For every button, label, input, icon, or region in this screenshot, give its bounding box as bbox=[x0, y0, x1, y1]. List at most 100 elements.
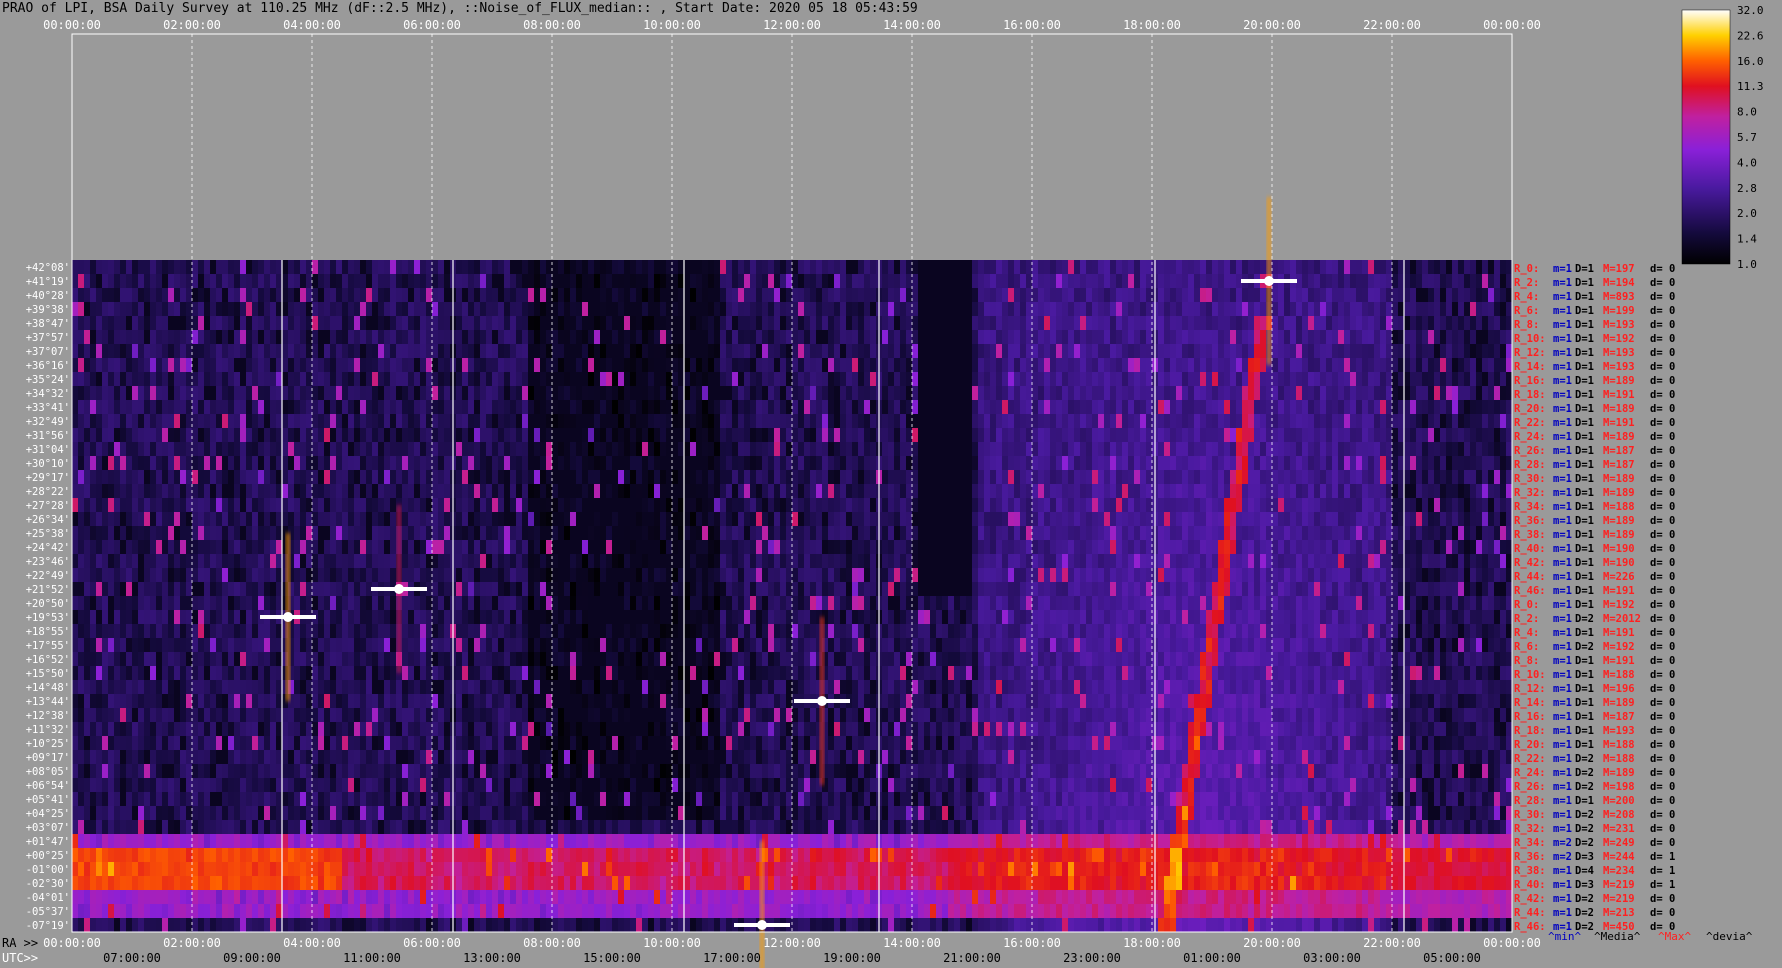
heatmap-cell bbox=[852, 498, 858, 512]
heatmap-cell bbox=[360, 400, 366, 414]
heatmap-cell bbox=[1050, 470, 1056, 484]
heatmap-cell bbox=[72, 330, 78, 344]
heatmap-cell bbox=[1422, 316, 1428, 330]
heatmap-cell bbox=[870, 540, 876, 554]
heatmap-cell bbox=[840, 400, 846, 414]
heatmap-cell bbox=[342, 512, 348, 526]
heatmap-cell bbox=[90, 274, 96, 288]
heatmap-cell bbox=[1356, 568, 1362, 582]
heatmap-cell bbox=[732, 260, 738, 274]
heatmap-cell bbox=[300, 288, 306, 302]
heatmap-cell bbox=[780, 582, 786, 596]
heatmap-cell bbox=[816, 428, 822, 442]
heatmap-cell bbox=[1002, 358, 1008, 372]
heatmap-cell bbox=[264, 428, 270, 442]
heatmap-cell bbox=[324, 596, 330, 610]
heatmap-cell bbox=[1242, 568, 1248, 582]
heatmap-cell bbox=[300, 400, 306, 414]
heatmap-cell bbox=[1344, 498, 1350, 512]
heatmap-cell bbox=[1428, 540, 1434, 554]
heatmap-cell bbox=[258, 316, 264, 330]
heatmap-cell bbox=[120, 358, 126, 372]
heatmap-cell bbox=[84, 414, 90, 428]
heatmap-cell bbox=[1458, 386, 1464, 400]
heatmap-cell bbox=[84, 554, 90, 568]
heatmap-cell bbox=[1002, 554, 1008, 568]
heatmap-cell bbox=[468, 372, 474, 386]
heatmap-cell bbox=[1014, 414, 1020, 428]
heatmap-cell bbox=[1452, 484, 1458, 498]
heatmap-cell bbox=[756, 274, 762, 288]
heatmap-cell bbox=[240, 414, 246, 428]
heatmap-cell bbox=[420, 316, 426, 330]
heatmap-cell bbox=[846, 442, 852, 456]
heatmap-cell bbox=[1146, 526, 1152, 540]
heatmap-cell bbox=[828, 456, 834, 470]
heatmap-cell bbox=[726, 568, 732, 582]
heatmap-cell bbox=[1272, 526, 1278, 540]
heatmap-cell bbox=[426, 372, 432, 386]
heatmap-cell bbox=[246, 484, 252, 498]
heatmap-cell bbox=[900, 526, 906, 540]
heatmap-cell bbox=[480, 330, 486, 344]
heatmap-cell bbox=[684, 582, 690, 596]
heatmap-cell bbox=[282, 512, 288, 526]
heatmap-cell bbox=[822, 400, 828, 414]
heatmap-cell bbox=[516, 316, 522, 330]
heatmap-cell bbox=[1284, 526, 1290, 540]
heatmap-cell bbox=[132, 596, 138, 610]
heatmap-cell bbox=[906, 400, 912, 414]
heatmap-cell bbox=[1242, 358, 1248, 372]
heatmap-cell bbox=[1056, 540, 1062, 554]
heatmap-cell bbox=[1362, 512, 1368, 526]
heatmap-cell bbox=[1350, 316, 1356, 330]
heatmap-cell bbox=[240, 470, 246, 484]
heatmap-cell bbox=[780, 470, 786, 484]
heatmap-cell bbox=[360, 428, 366, 442]
heatmap-cell bbox=[390, 498, 396, 512]
heatmap-cell bbox=[318, 568, 324, 582]
heatmap-cell bbox=[324, 358, 330, 372]
heatmap-cell bbox=[792, 554, 798, 568]
heatmap-cell bbox=[1368, 400, 1374, 414]
heatmap-cell bbox=[1308, 414, 1314, 428]
heatmap-cell bbox=[1128, 428, 1134, 442]
heatmap-cell bbox=[204, 512, 210, 526]
heatmap-cell bbox=[1104, 512, 1110, 526]
heatmap-cell bbox=[288, 400, 294, 414]
heatmap-cell bbox=[486, 344, 492, 358]
heatmap-cell bbox=[1002, 316, 1008, 330]
heatmap-cell bbox=[342, 302, 348, 316]
heatmap-cell bbox=[1062, 470, 1068, 484]
heatmap-cell bbox=[1242, 316, 1248, 330]
heatmap-cell bbox=[474, 498, 480, 512]
heatmap-cell bbox=[786, 554, 792, 568]
heatmap-cell bbox=[1104, 470, 1110, 484]
heatmap-cell bbox=[444, 372, 450, 386]
heatmap-cell bbox=[1092, 484, 1098, 498]
heatmap-cell bbox=[1110, 428, 1116, 442]
heatmap-cell bbox=[1392, 344, 1398, 358]
heatmap-cell bbox=[258, 372, 264, 386]
heatmap-cell bbox=[792, 358, 798, 372]
heatmap-cell bbox=[384, 344, 390, 358]
heatmap-cell bbox=[822, 526, 828, 540]
heatmap-cell bbox=[192, 400, 198, 414]
heatmap-cell bbox=[96, 358, 102, 372]
heatmap-cell bbox=[294, 470, 300, 484]
heatmap-cell bbox=[1002, 428, 1008, 442]
heatmap-cell bbox=[222, 470, 228, 484]
heatmap-cell bbox=[294, 274, 300, 288]
heatmap-cell bbox=[1050, 372, 1056, 386]
heatmap-cell bbox=[606, 274, 612, 288]
heatmap-cell bbox=[408, 526, 414, 540]
heatmap-cell bbox=[1194, 330, 1200, 344]
heatmap-cell bbox=[216, 386, 222, 400]
heatmap-cell bbox=[792, 288, 798, 302]
heatmap-cell bbox=[234, 302, 240, 316]
heatmap-cell bbox=[348, 400, 354, 414]
heatmap-cell bbox=[432, 442, 438, 456]
heatmap-cell bbox=[792, 582, 798, 596]
heatmap-cell bbox=[306, 260, 312, 274]
heatmap-cell bbox=[1092, 554, 1098, 568]
